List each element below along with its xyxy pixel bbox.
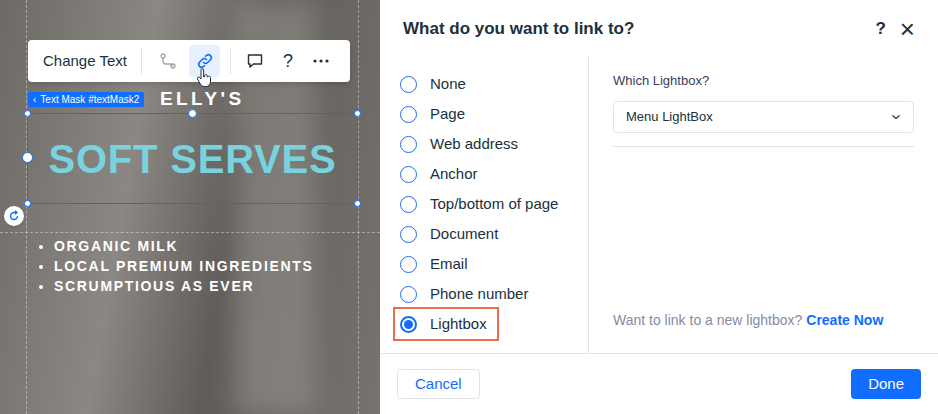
radio-button[interactable] [400,256,417,273]
guide-line [0,232,380,233]
option-label[interactable]: Top/bottom of page [430,193,558,216]
divider [230,48,231,74]
rotate-icon [8,210,20,222]
dialog-footer: Cancel Done [380,353,938,414]
more-icon [312,58,330,64]
option-label[interactable]: Phone number [430,283,528,306]
option-label[interactable]: Web address [430,133,518,156]
field-label: Which Lightbox? [613,71,914,91]
resize-handle[interactable] [188,109,197,118]
divider [613,146,914,147]
resize-handle[interactable] [24,110,31,117]
link-type-option[interactable]: None [395,69,476,99]
option-label[interactable]: Email [430,253,468,276]
comment-icon [246,52,264,70]
site-heading[interactable]: ELLY'S [160,88,245,110]
option-label[interactable]: Page [430,103,465,126]
done-button[interactable]: Done [851,369,921,399]
help-button[interactable]: ? [875,16,885,42]
radio-button[interactable] [400,226,417,243]
radio-button[interactable] [400,166,417,183]
radio-button[interactable] [400,76,417,93]
dropdown-value: Menu LightBox [626,107,891,127]
prompt-text: Want to link to a new lightbox? [613,312,802,328]
lightbox-settings: Which Lightbox? Menu LightBox Want to link… [589,57,938,353]
link-type-option[interactable]: Page [395,99,475,129]
dialog-body: None Page Web address Anchor Top/bottom of p… [380,57,938,353]
link-type-option[interactable]: Email [395,249,478,279]
cancel-button[interactable]: Cancel [397,369,480,399]
badge-label: Text Mask #textMask2 [40,93,139,107]
link-type-option[interactable]: Anchor [395,159,488,189]
create-now-link[interactable]: Create Now [806,312,883,328]
option-label[interactable]: Anchor [430,163,478,186]
bullet-list[interactable]: ORGANIC MILKLOCAL PREMIUM INGREDIENTSSCR… [36,236,314,296]
close-button[interactable]: × [900,16,915,42]
guide-line [26,0,27,414]
link-type-option[interactable]: Document [395,219,508,249]
option-label[interactable]: Lightbox [430,313,487,336]
connect-button[interactable] [152,45,183,77]
resize-handle[interactable] [354,110,361,117]
create-prompt: Want to link to a new lightbox? Create N… [613,310,914,331]
guide-line [358,0,359,414]
element-toolbar: Change Text? [28,40,350,82]
connect-icon [159,52,177,70]
radio-button[interactable] [400,286,417,303]
bullet-item[interactable]: LOCAL PREMIUM INGREDIENTS [54,256,314,276]
button-label[interactable]: Cancel [415,375,462,392]
editor-canvas[interactable]: ELLY'S SOFT SERVES ORGANIC MILKLOCAL PREMI… [0,0,380,414]
link-type-option[interactable]: Top/bottom of page [395,189,568,219]
link-type-list: None Page Web address Anchor Top/bottom of p… [380,57,589,353]
option-label[interactable]: None [430,73,466,96]
comment-button[interactable] [241,45,268,77]
dialog-title: What do you want to link to? [403,16,875,42]
link-icon [195,51,215,71]
radio-button[interactable] [400,106,417,123]
option-label[interactable]: Document [430,223,498,246]
help-button[interactable]: ? [274,48,301,75]
radio-button[interactable] [400,196,417,213]
chevron-down-icon [891,114,901,120]
resize-handle[interactable] [22,152,33,163]
back-chevron[interactable]: ‹ [33,93,36,107]
link-type-option[interactable]: Lightbox [395,309,497,339]
link-type-option[interactable]: Web address [395,129,528,159]
radio-dot [404,320,413,329]
resize-handle[interactable] [354,200,361,207]
element-badge[interactable]: ‹ Text Mask #textMask2 [28,92,144,107]
button-label[interactable]: Done [868,375,904,392]
change-text-button[interactable]: Change Text [43,50,127,73]
hand-cursor-icon [196,68,212,88]
mask-text[interactable]: SOFT SERVES [48,135,336,183]
cursor [196,68,212,95]
dialog-header: What do you want to link to?? × [380,0,938,57]
link-dialog: What do you want to link to?? × None Page We… [380,0,938,414]
bullet-item[interactable]: ORGANIC MILK [54,236,314,256]
radio-button[interactable] [400,136,417,153]
lightbox-dropdown[interactable]: Menu LightBox [613,101,914,133]
link-type-option[interactable]: Phone number [395,279,538,309]
resize-handle[interactable] [24,200,31,207]
divider [141,48,142,74]
bullet-item[interactable]: SCRUMPTIOUS AS EVER [54,276,314,296]
rotate-handle[interactable] [4,206,24,226]
more-button[interactable] [308,45,335,77]
link-button[interactable] [189,45,220,77]
radio-button[interactable] [400,316,417,333]
text-mask-selection[interactable]: SOFT SERVES [27,113,358,204]
